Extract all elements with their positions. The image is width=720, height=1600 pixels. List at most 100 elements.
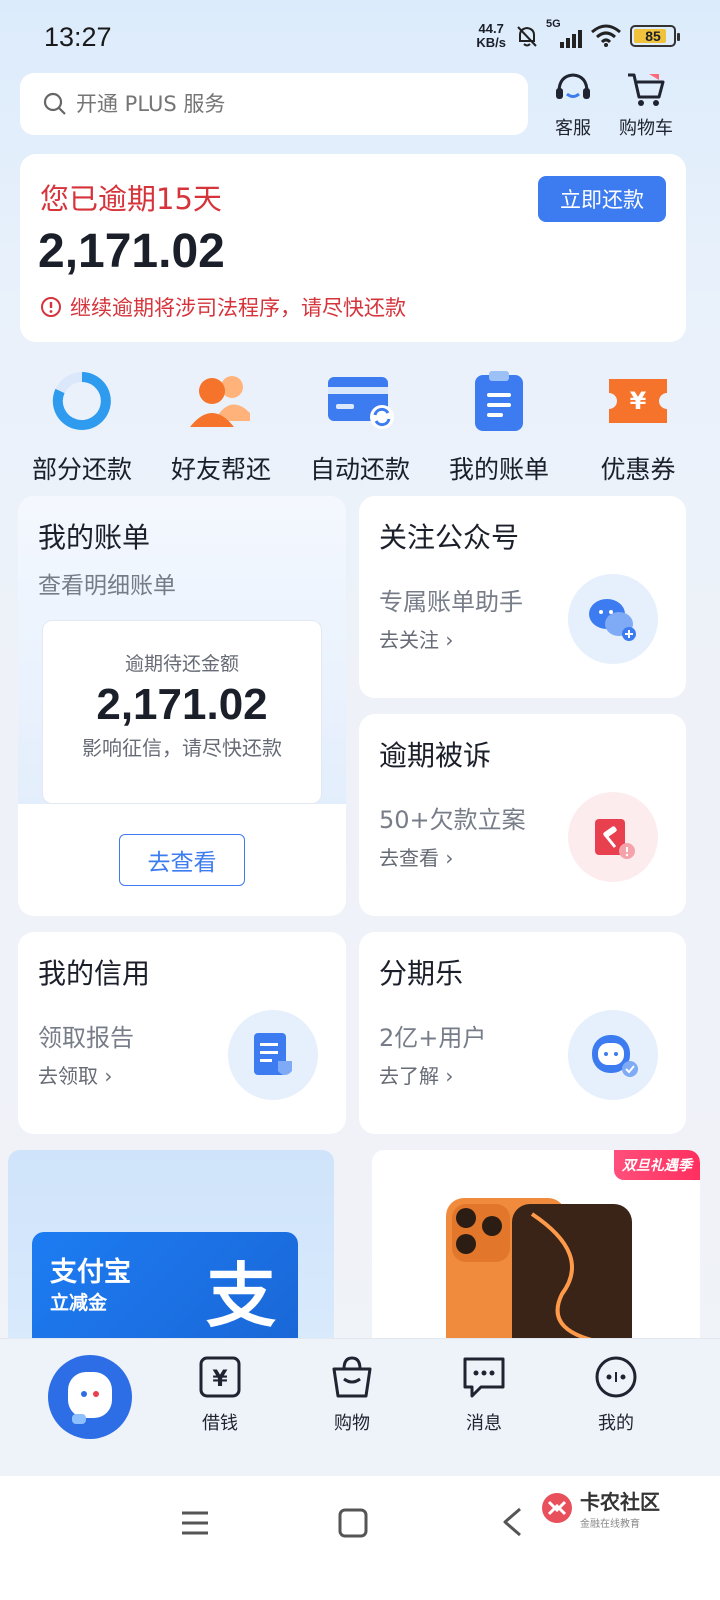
quick-action-label: 我的账单 <box>448 455 549 484</box>
nav-label: 我的 <box>598 1413 634 1434</box>
cart-icon <box>628 73 665 106</box>
warning-icon <box>41 297 61 317</box>
watermark-logo <box>542 1493 572 1523</box>
back-icon[interactable] <box>500 1506 524 1538</box>
mute-icon <box>517 26 537 47</box>
tile-link[interactable]: 去领取 › <box>38 1060 112 1089</box>
profile-icon <box>595 1356 637 1398</box>
nav-messages[interactable]: 消息 <box>434 1355 534 1435</box>
gavel-icon <box>595 819 635 859</box>
auto-repay-icon <box>328 377 394 429</box>
mascot-icon <box>68 1372 112 1424</box>
partial-repay-icon <box>52 372 111 430</box>
network-speed: 44.7 KB/s <box>476 21 506 50</box>
nav-mine[interactable]: 我的 <box>566 1355 666 1435</box>
chat-icon <box>463 1357 505 1398</box>
tile-subtitle: 领取报告 <box>38 1024 134 1052</box>
credit-report-icon-wrap <box>228 1010 318 1100</box>
bill-card[interactable]: 我的账单 查看明细账单 逾期待还金额 2,171.02 影响征信，请尽快还款 去… <box>18 496 346 916</box>
coupon-icon: ¥ <box>609 379 667 423</box>
quick-action-label: 自动还款 <box>309 455 410 484</box>
headset-icon <box>556 73 590 99</box>
nav-home-mascot[interactable] <box>48 1355 132 1439</box>
quick-action-partial-repay[interactable]: 部分还款 <box>14 368 150 486</box>
tile-title: 关注公众号 <box>379 521 520 554</box>
search-input[interactable] <box>76 92 476 116</box>
battery-level: 85 <box>645 28 661 44</box>
quick-action-coupon[interactable]: ¥ 优惠券 <box>570 368 706 486</box>
tile-link[interactable]: 去查看 › <box>379 842 453 871</box>
status-time: 13:27 <box>44 22 112 52</box>
quick-action-my-bill[interactable]: 我的账单 <box>431 368 567 486</box>
tile-link[interactable]: 去关注 › <box>379 624 453 653</box>
cart-button[interactable]: 购物车 <box>606 70 686 140</box>
customer-service-label: 客服 <box>555 118 591 139</box>
signal-icon: 5G <box>546 18 582 48</box>
bottom-nav: ¥ 借钱 购物 消息 我的 <box>0 1338 720 1476</box>
view-bill-button[interactable]: 去查看 <box>119 834 245 886</box>
nav-borrow[interactable]: ¥ 借钱 <box>170 1355 270 1435</box>
search-icon <box>43 92 66 115</box>
network-type: 5G <box>546 18 561 30</box>
overdue-amount: 2,171.02 <box>38 225 225 278</box>
menu-icon[interactable] <box>180 1510 210 1536</box>
system-nav-bar: 卡农社区 金融在线教育 <box>0 1476 720 1600</box>
bill-summary-label: 逾期待还金额 <box>124 653 239 675</box>
quick-action-label: 好友帮还 <box>170 455 271 484</box>
repay-now-button[interactable]: 立即还款 <box>538 176 666 222</box>
watermark-subtitle: 金融在线教育 <box>580 1519 640 1530</box>
fenqile-tile[interactable]: 分期乐 2亿+用户 去了解 › <box>359 932 686 1134</box>
search-bar[interactable] <box>20 73 528 135</box>
nav-shopping[interactable]: 购物 <box>302 1355 402 1435</box>
bill-summary-amount: 2,171.02 <box>96 680 268 729</box>
tile-subtitle: 50+欠款立案 <box>379 806 526 834</box>
bill-summary-note: 影响征信，请尽快还款 <box>82 736 282 760</box>
tile-title: 我的信用 <box>38 957 151 990</box>
alipay-logo: 支 <box>206 1255 276 1337</box>
alipay-subtitle: 立减金 <box>50 1292 108 1314</box>
quick-actions: 部分还款 好友帮还 自动还款 我的账单 ¥ 优惠券 <box>14 368 706 486</box>
bill-icon <box>475 371 523 431</box>
customer-service-button[interactable]: 客服 <box>533 70 613 140</box>
promo-badge: 双旦礼遇季 <box>614 1150 700 1180</box>
status-icons: 44.7 KB/s 5G 85 <box>476 18 680 50</box>
gavel-icon-wrap <box>568 792 658 882</box>
status-bar: 13:27 44.7 KB/s 5G 85 <box>0 0 720 72</box>
tile-link[interactable]: 去了解 › <box>379 1060 453 1089</box>
watermark-title: 卡农社区 <box>580 1490 660 1514</box>
home-square-icon[interactable] <box>338 1508 368 1538</box>
quick-action-friends-help[interactable]: 好友帮还 <box>153 368 289 486</box>
phone-promo-banner[interactable]: 双旦礼遇季 <box>372 1150 700 1350</box>
overdue-title: 您已逾期15天 <box>40 182 222 216</box>
alipay-title: 支付宝 <box>50 1257 131 1288</box>
bill-summary: 逾期待还金额 2,171.02 影响征信，请尽快还款 <box>42 620 322 804</box>
quick-action-label: 优惠券 <box>600 455 676 484</box>
overdue-warning: 继续逾期将涉司法程序，请尽快还款 <box>40 292 406 322</box>
alipay-promo-banner[interactable]: 支付宝 立减金 支 <box>8 1150 334 1350</box>
tile-subtitle: 专属账单助手 <box>379 588 523 616</box>
shopping-bag-icon <box>332 1356 372 1398</box>
friends-help-icon <box>190 376 250 427</box>
bill-card-subtitle: 查看明细账单 <box>38 573 176 599</box>
nav-label: 消息 <box>466 1413 502 1434</box>
tile-title: 分期乐 <box>379 957 464 990</box>
credit-report-icon <box>254 1033 292 1075</box>
yuan-icon: ¥ <box>199 1356 241 1398</box>
battery-icon: 85 <box>630 25 680 47</box>
quick-action-auto-repay[interactable]: 自动还款 <box>292 368 428 486</box>
wechat-icon <box>589 599 636 641</box>
tile-subtitle: 2亿+用户 <box>379 1024 487 1052</box>
overdue-card: 您已逾期15天 2,171.02 继续逾期将涉司法程序，请尽快还款 立即还款 <box>20 154 686 342</box>
mascot-icon <box>592 1035 638 1077</box>
nav-label: 借钱 <box>202 1413 238 1434</box>
overdue-warning-text: 继续逾期将涉司法程序，请尽快还款 <box>70 296 406 320</box>
follow-official-account-tile[interactable]: 关注公众号 专属账单助手 去关注 › <box>359 496 686 698</box>
cart-label: 购物车 <box>619 118 673 139</box>
my-credit-tile[interactable]: 我的信用 领取报告 去领取 › <box>18 932 346 1134</box>
bill-card-title: 我的账单 <box>38 521 151 554</box>
overdue-sued-tile[interactable]: 逾期被诉 50+欠款立案 去查看 › <box>359 714 686 916</box>
alipay-voucher-card: 支付宝 立减金 支 <box>32 1232 298 1350</box>
watermark: 卡农社区 金融在线教育 <box>540 1486 660 1530</box>
nav-label: 购物 <box>334 1413 370 1434</box>
svg-text:¥: ¥ <box>212 1367 228 1392</box>
